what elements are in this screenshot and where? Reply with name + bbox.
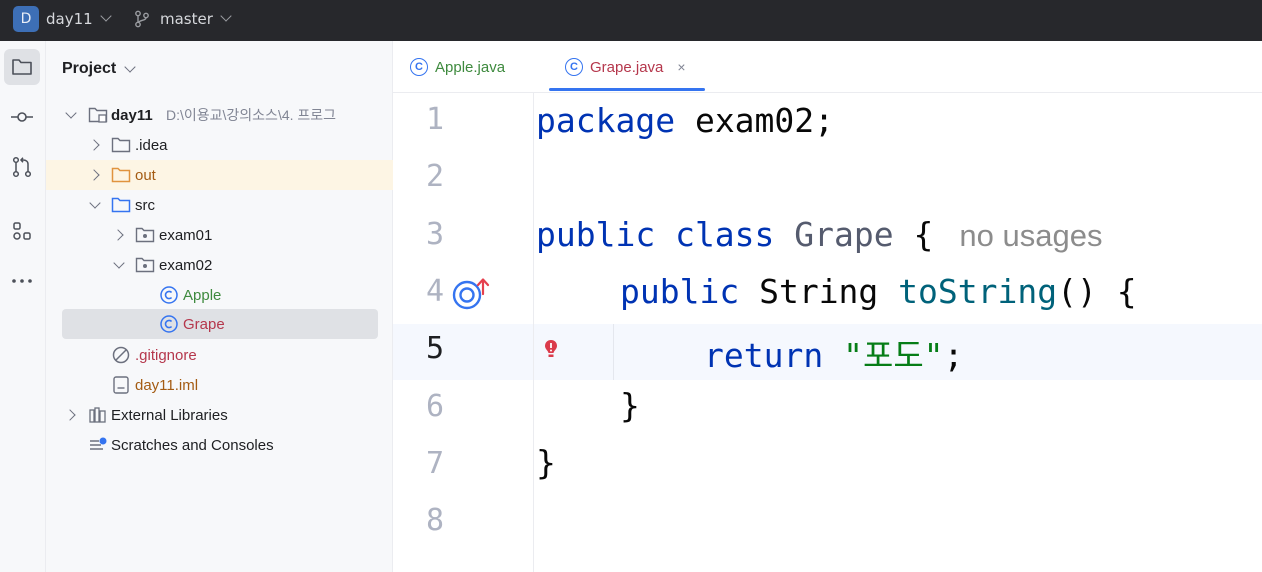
commit-icon	[11, 112, 33, 122]
tab-label: Apple.java	[435, 58, 506, 76]
panel-title: Project	[62, 60, 117, 77]
class-icon: C	[410, 58, 428, 76]
code-editor[interactable]: C Apple.java C Grape.java × 1 2 3 4 5 6 …	[393, 41, 1262, 572]
more-tools-button[interactable]	[4, 263, 40, 299]
line-number: 6	[425, 389, 445, 424]
libraries-icon	[88, 405, 108, 425]
tree-node-label: day11	[111, 106, 153, 124]
tree-node-external-libraries[interactable]: External Libraries	[46, 400, 393, 430]
tree-node-label: Apple	[183, 286, 222, 304]
tree-node-gitignore[interactable]: .gitignore	[46, 340, 393, 370]
project-tool-button[interactable]	[4, 49, 40, 85]
module-path: D:\이용교\강의소스\4. 프로그	[166, 107, 337, 123]
project-folder-icon	[12, 59, 32, 75]
structure-icon	[13, 222, 31, 240]
tab-label: Grape.java	[590, 58, 664, 76]
code-line-3: public class Grape {no usages	[536, 215, 1103, 254]
editor-tab-bar: C Apple.java C Grape.java ×	[393, 41, 1262, 93]
folder-icon	[111, 135, 131, 155]
tab-grape-java[interactable]: C Grape.java ×	[565, 41, 686, 93]
override-method-icon[interactable]	[450, 277, 492, 311]
tree-node-idea[interactable]: .idea	[46, 130, 393, 160]
chevron-down-icon	[89, 196, 101, 209]
ignore-file-icon	[111, 345, 131, 365]
class-icon: C	[565, 58, 583, 76]
scratches-icon	[88, 435, 108, 455]
source-folder-icon	[111, 195, 131, 215]
chevron-right-icon	[88, 139, 100, 151]
chevron-right-icon	[88, 169, 100, 181]
project-panel: Project day11 D:\이용교\강의소스\4. 프로그 .idea o…	[46, 41, 393, 572]
tool-window-strip	[0, 41, 46, 572]
close-tab-icon[interactable]: ×	[677, 59, 685, 75]
tree-node-label: exam02	[159, 256, 213, 274]
gutter-divider	[533, 93, 534, 572]
package-icon	[135, 225, 155, 245]
tree-node-label: out	[135, 166, 156, 184]
tree-node-label: .gitignore	[135, 346, 197, 364]
tab-apple-java[interactable]: C Apple.java	[410, 41, 505, 93]
git-branch-icon	[135, 10, 149, 27]
line-number: 1	[425, 102, 445, 137]
code-line-4: public String toString() {	[620, 272, 1137, 311]
chevron-down-icon	[113, 256, 125, 269]
module-folder-icon	[88, 105, 108, 125]
tree-node-out[interactable]: out	[46, 160, 393, 190]
class-icon	[159, 285, 179, 305]
tree-node-day11[interactable]: day11 D:\이용교\강의소스\4. 프로그	[46, 100, 393, 130]
chevron-right-icon	[64, 409, 76, 421]
chevron-down-icon	[124, 60, 136, 73]
indent-guide	[613, 324, 614, 380]
chevron-down-icon	[100, 10, 112, 22]
line-number: 8	[425, 503, 445, 538]
line-number: 5	[425, 331, 445, 366]
iml-file-icon	[111, 375, 131, 395]
tree-node-label: Grape	[183, 315, 225, 333]
tree-node-label: .idea	[135, 136, 168, 154]
more-icon	[12, 279, 32, 283]
excluded-folder-icon	[111, 165, 131, 185]
intention-bulb-icon[interactable]	[544, 339, 558, 361]
tree-node-exam02[interactable]: exam02	[46, 250, 393, 280]
tree-node-scratches[interactable]: Scratches and Consoles	[46, 430, 393, 460]
usages-hint[interactable]: no usages	[959, 218, 1102, 253]
tree-node-iml[interactable]: day11.iml	[46, 370, 393, 400]
branch-switcher[interactable]: master	[134, 0, 232, 37]
commit-tool-button[interactable]	[4, 99, 40, 135]
project-badge: D	[13, 5, 39, 32]
tree-node-exam01[interactable]: exam01	[46, 220, 393, 250]
tree-node-label: src	[135, 196, 155, 214]
tree-node-label: exam01	[159, 226, 213, 244]
tree-node-label: day11.iml	[135, 376, 199, 394]
chevron-down-icon	[220, 10, 232, 22]
active-tab-indicator	[549, 88, 705, 91]
code-line-5: return "포도";	[704, 336, 964, 375]
branch-name: master	[160, 9, 213, 28]
structure-tool-button[interactable]	[4, 213, 40, 249]
line-number: 3	[425, 217, 445, 252]
chevron-right-icon	[112, 229, 124, 241]
ide-window: D day11 master Project day11 D:\이용교\강의소스…	[0, 0, 1262, 572]
project-view-selector[interactable]: Project	[62, 60, 136, 78]
tree-node-label: External Libraries	[111, 406, 228, 424]
code-line-7: }	[536, 443, 556, 482]
project-switcher[interactable]: D day11	[13, 0, 112, 37]
chevron-down-icon	[65, 106, 77, 119]
line-number: 4	[425, 274, 445, 309]
line-number: 2	[425, 159, 445, 194]
line-number: 7	[425, 446, 445, 481]
pull-requests-tool-button[interactable]	[4, 149, 40, 185]
tree-node-label: Scratches and Consoles	[111, 436, 274, 454]
tree-node-grape[interactable]: Grape	[62, 309, 378, 339]
title-bar: D day11 master	[0, 0, 1262, 41]
code-line-6: }	[620, 386, 640, 425]
package-icon	[135, 255, 155, 275]
project-name: day11	[46, 9, 93, 28]
tree-node-src[interactable]: src	[46, 190, 393, 220]
class-icon	[159, 314, 179, 334]
tree-node-apple[interactable]: Apple	[46, 280, 393, 310]
pull-requests-icon	[12, 156, 32, 178]
code-line-1: package exam02;	[536, 101, 835, 140]
